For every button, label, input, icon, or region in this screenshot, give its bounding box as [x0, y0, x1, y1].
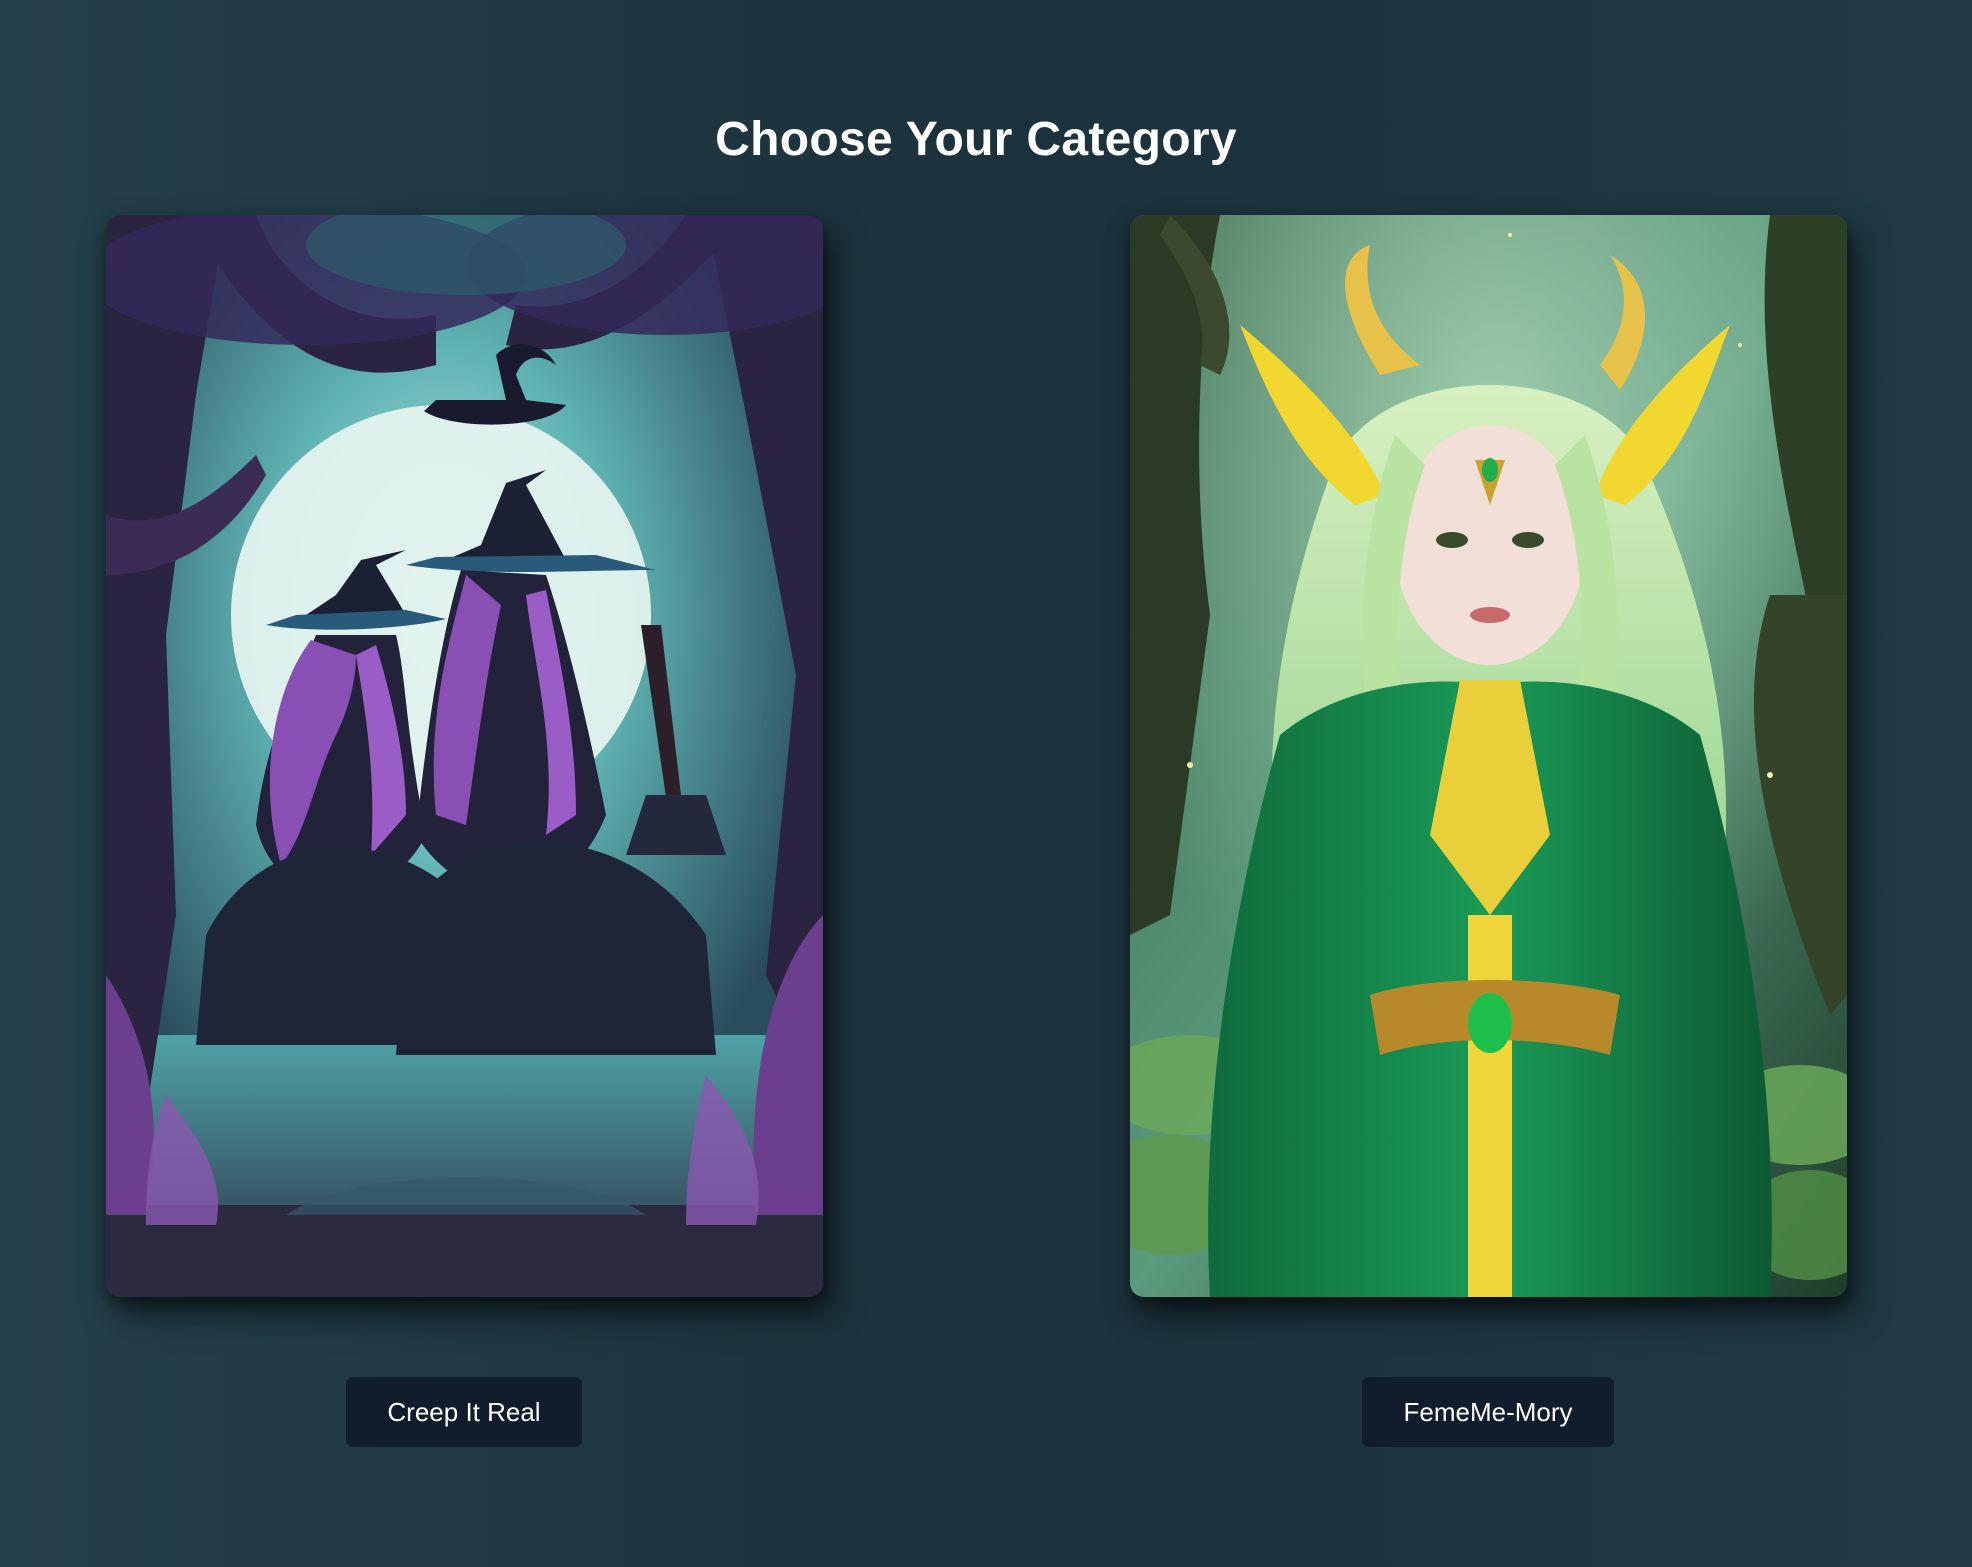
category-card-creep-it-real[interactable]	[106, 215, 823, 1297]
category-card-fememe-mory[interactable]	[1130, 215, 1847, 1297]
page-title: Choose Your Category	[715, 113, 1237, 166]
elf-forest-image	[1130, 215, 1847, 1297]
witches-forest-image	[106, 215, 823, 1297]
creep-it-real-button[interactable]: Creep It Real	[346, 1377, 582, 1447]
fememe-mory-button[interactable]: FemeMe-Mory	[1362, 1377, 1614, 1447]
